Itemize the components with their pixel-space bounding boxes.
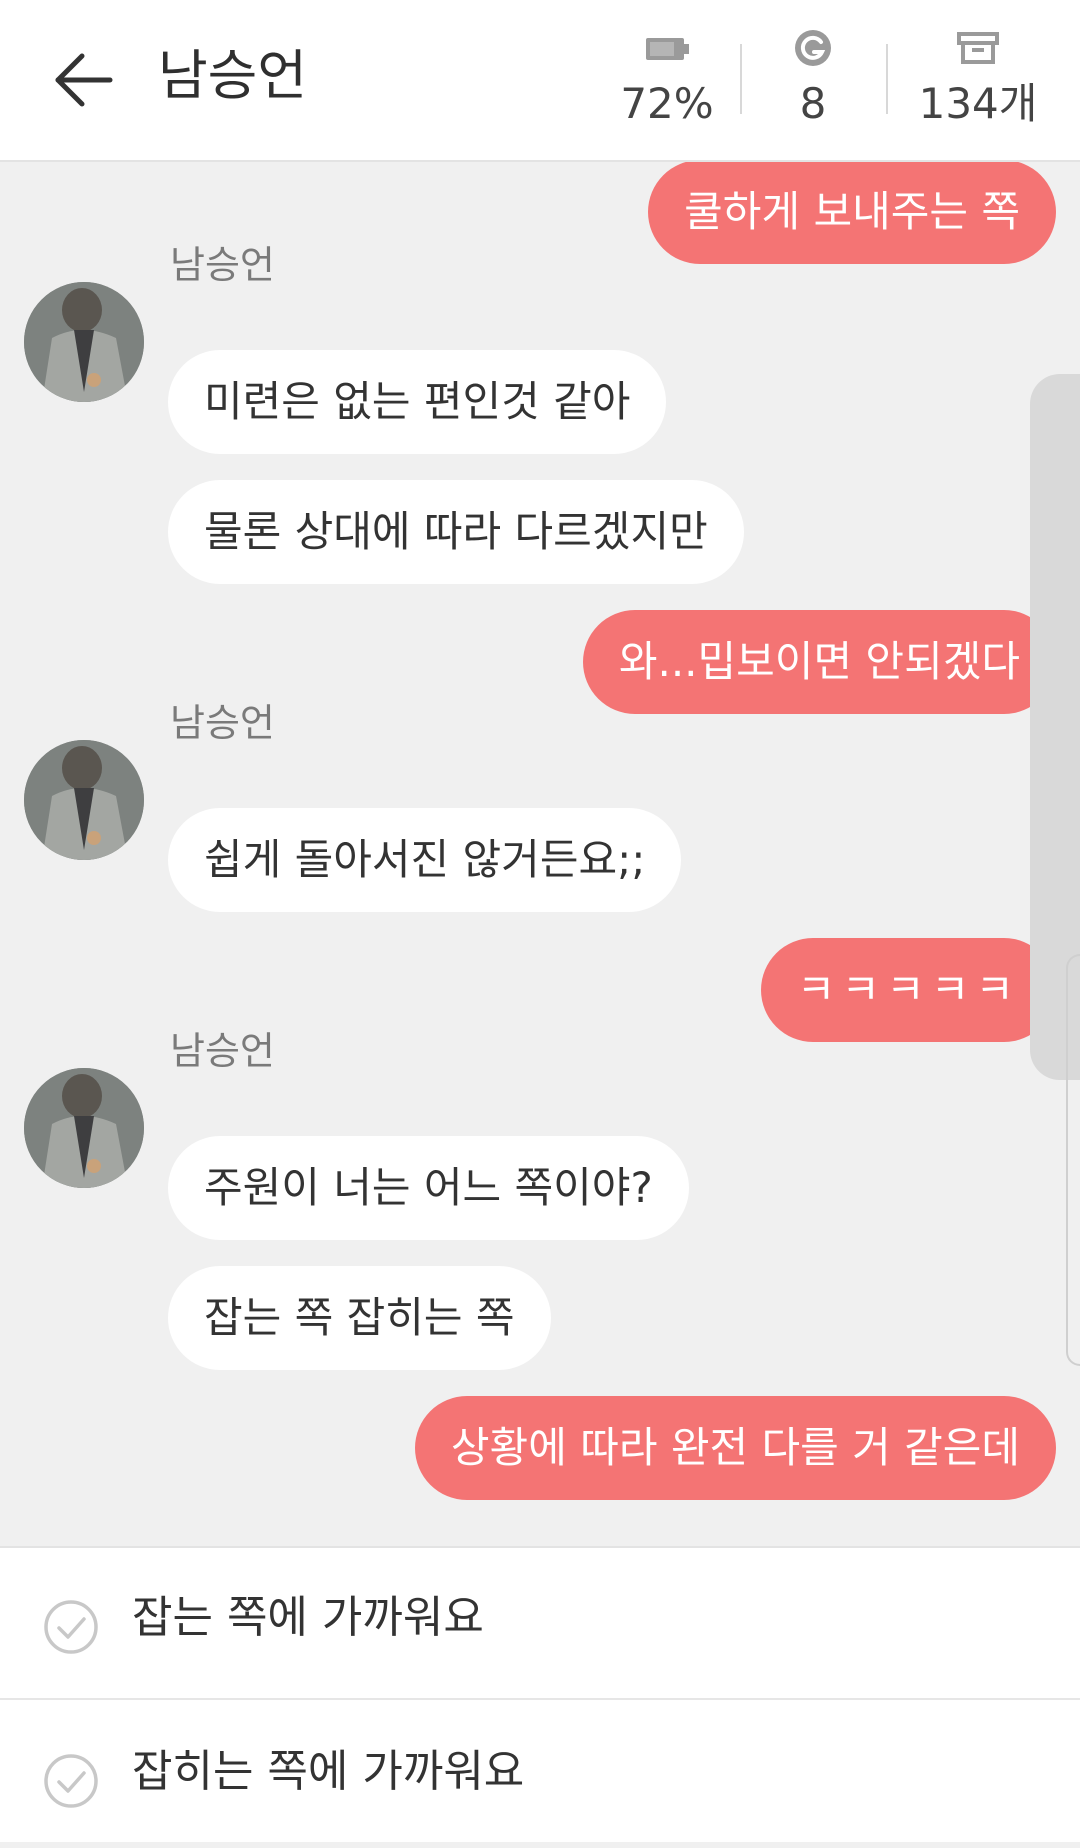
battery-value: 72%: [620, 79, 714, 128]
sender-name: 남승언: [170, 1029, 275, 1073]
message-incoming: 쉽게 돌아서진 않거든요;;: [168, 808, 682, 912]
coin-stat: 8: [768, 26, 858, 136]
battery-icon: [646, 38, 689, 60]
stat-divider: [886, 44, 888, 114]
archive-box-icon: [957, 32, 999, 64]
avatar-photo: [24, 740, 144, 860]
avatar[interactable]: [24, 282, 144, 402]
g-coin-icon: [795, 30, 831, 66]
message-outgoing: 와...밉보이면 안되겠다: [582, 610, 1056, 714]
battery-stat: 72%: [612, 26, 722, 136]
sender-name: 남승언: [170, 701, 275, 745]
arrow-left-icon: [55, 53, 113, 107]
choice-label: 잡히는 쪽에 가까워요: [132, 1746, 525, 1797]
archive-stat: 134개: [904, 26, 1052, 136]
stat-divider: [740, 44, 742, 114]
avatar[interactable]: [24, 740, 144, 860]
back-button[interactable]: [44, 40, 124, 120]
answer-choices: 잡는 쪽에 가까워요 잡히는 쪽에 가까워요: [0, 1546, 1080, 1842]
message-outgoing: 쿨하게 보내주는 쪽: [648, 162, 1056, 264]
message-outgoing: ㅋㅋㅋㅋㅋ: [760, 938, 1056, 1042]
chat-area[interactable]: 쿨하게 보내주는 쪽 남승언 미련은 없는 편인것 같아 물론 상대에 따라 다…: [0, 162, 1080, 1546]
avatar[interactable]: [24, 1068, 144, 1188]
message-outgoing: 상황에 따라 완전 다를 거 같은데: [414, 1396, 1056, 1500]
message-incoming: 잡는 쪽 잡히는 쪽: [168, 1266, 551, 1370]
message-incoming: 주원이 너는 어느 쪽이야?: [168, 1136, 689, 1240]
scrollbar-track[interactable]: [1066, 954, 1080, 1366]
sender-name: 남승언: [170, 243, 275, 287]
choice-option[interactable]: 잡히는 쪽에 가까워요: [0, 1698, 1080, 1848]
choice-option[interactable]: 잡는 쪽에 가까워요: [0, 1548, 1080, 1698]
avatar-photo: [24, 282, 144, 402]
top-bar: 남승언 72% 8 134개: [0, 0, 1080, 162]
check-circle-icon: [44, 1754, 98, 1808]
message-incoming: 미련은 없는 편인것 같아: [168, 350, 667, 454]
avatar-photo: [24, 1068, 144, 1188]
coin-value: 8: [799, 79, 827, 128]
check-circle-icon: [44, 1600, 98, 1654]
choice-label: 잡는 쪽에 가까워요: [132, 1592, 484, 1643]
archive-value: 134개: [918, 79, 1038, 128]
chat-partner-name: 남승언: [158, 44, 308, 107]
message-incoming: 물론 상대에 따라 다르겠지만: [168, 480, 744, 584]
